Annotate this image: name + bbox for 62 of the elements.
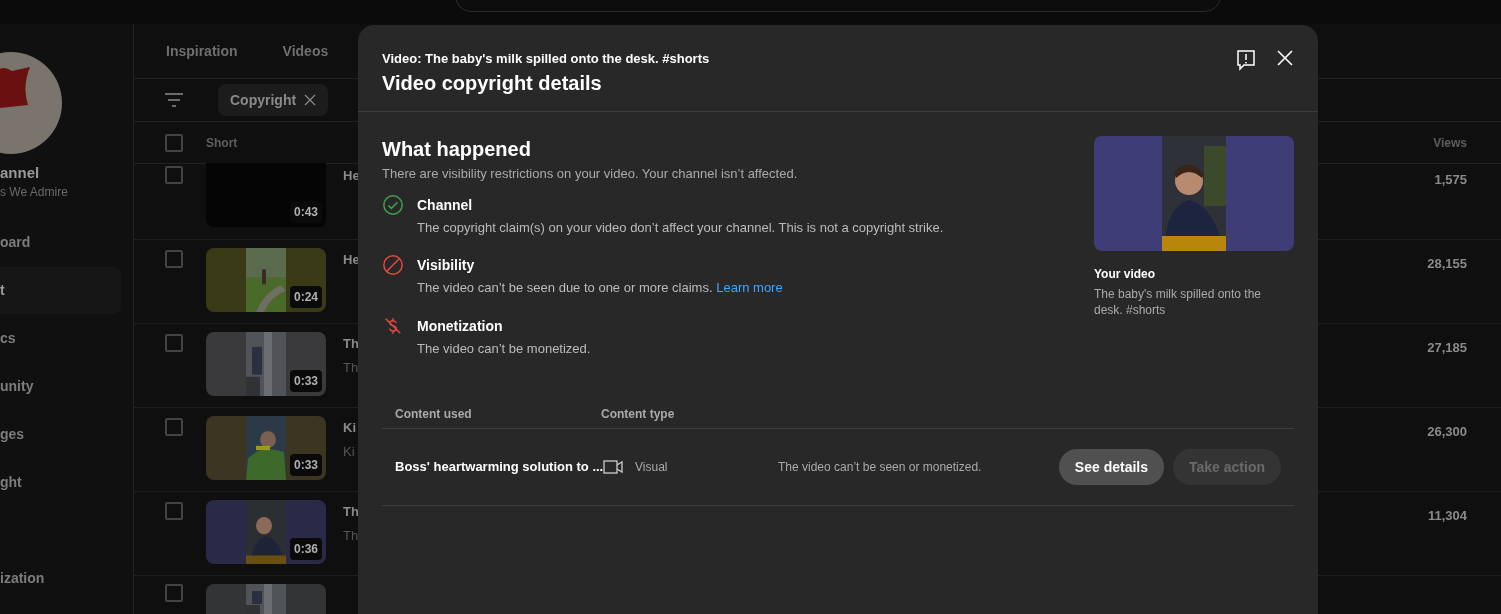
channel-handle: s We Admire xyxy=(0,184,69,201)
video-title: Ki xyxy=(343,419,356,437)
impact-title: Channel xyxy=(417,195,474,214)
impact-description: The copyright claim(s) on your video don’t affect your channel. This is not a copyright strike. xyxy=(417,218,944,237)
blocked-icon xyxy=(382,254,404,276)
duration-badge: 0:33 xyxy=(289,370,322,392)
view-count: 28,155 xyxy=(1427,255,1467,273)
video-description: Th xyxy=(343,358,359,377)
action-button[interactable]: See details xyxy=(1058,449,1164,485)
tab[interactable]: Inspiration xyxy=(166,24,238,79)
sidebar-item[interactable]: cs xyxy=(0,315,121,362)
sidebar-item[interactable]: ges xyxy=(0,411,121,458)
column-header: Views xyxy=(1433,134,1467,152)
column-header: Content used xyxy=(395,405,473,423)
impact-title: Visibility xyxy=(417,256,476,274)
duration-badge: 0:24 xyxy=(289,286,322,308)
duration-badge: 0:33 xyxy=(289,454,322,476)
feedback-icon[interactable] xyxy=(1236,49,1256,71)
chip-label: Copyright xyxy=(230,90,297,110)
impact-description: The video can’t be monetized. xyxy=(417,339,591,358)
claim-impact: The video can’t be seen or monetized. xyxy=(778,459,982,476)
claim-content: Boss' heartwarming solution to ... xyxy=(395,458,603,477)
video-camera-icon xyxy=(603,460,623,474)
preview-title: The baby's milk spilled onto the desk. #shorts xyxy=(1094,286,1263,318)
sidebar-item[interactable]: oard xyxy=(0,219,121,266)
channel-name: annel xyxy=(0,163,41,183)
section-description: There are visibility restrictions on your video. Your channel isn’t affected. xyxy=(382,165,799,183)
checkbox[interactable] xyxy=(165,418,183,436)
view-count: 1,575 xyxy=(1434,171,1467,189)
checkbox[interactable] xyxy=(165,502,183,520)
duration-badge: 0:43 xyxy=(289,201,322,223)
check-circle-icon xyxy=(382,193,404,216)
tab[interactable]: Videos xyxy=(282,24,329,79)
column-header: Short xyxy=(206,134,238,152)
duration-badge: 0:36 xyxy=(289,538,322,560)
content-type: Visual xyxy=(635,459,669,476)
video-name: Video: The baby's milk spilled onto the desk. #shorts xyxy=(382,51,710,67)
view-count: 27,185 xyxy=(1427,339,1467,357)
sidebar-item[interactable]: t xyxy=(0,267,121,314)
preview-label: Your video xyxy=(1094,266,1157,283)
sidebar-item[interactable]: ization xyxy=(0,555,121,602)
view-count: 11,304 xyxy=(1427,507,1467,525)
video-title: Th xyxy=(343,335,359,353)
sidebar-item[interactable]: unity xyxy=(0,363,121,410)
checkbox[interactable] xyxy=(165,584,183,602)
column-header: Content type xyxy=(601,405,675,423)
checkbox[interactable] xyxy=(165,334,183,352)
section-heading: What happened xyxy=(382,137,532,162)
filter-icon[interactable] xyxy=(164,92,184,109)
checkbox[interactable] xyxy=(165,133,183,152)
learn-more-link[interactable]: Learn more xyxy=(716,280,783,295)
checkbox[interactable] xyxy=(165,166,183,184)
dialog-title: Video copyright details xyxy=(382,71,603,95)
video-description: Th xyxy=(343,526,359,545)
impact-description: The video can’t be seen due to one or more claims. Learn more xyxy=(417,279,783,297)
filter-chip[interactable]: Copyright xyxy=(218,84,329,117)
sidebar-item[interactable]: ght xyxy=(0,459,121,506)
video-description: Ki xyxy=(343,442,356,461)
view-count: 26,300 xyxy=(1427,423,1467,441)
video-title: Th xyxy=(343,503,359,521)
checkbox[interactable] xyxy=(165,250,183,268)
impact-title: Monetization xyxy=(417,316,504,335)
